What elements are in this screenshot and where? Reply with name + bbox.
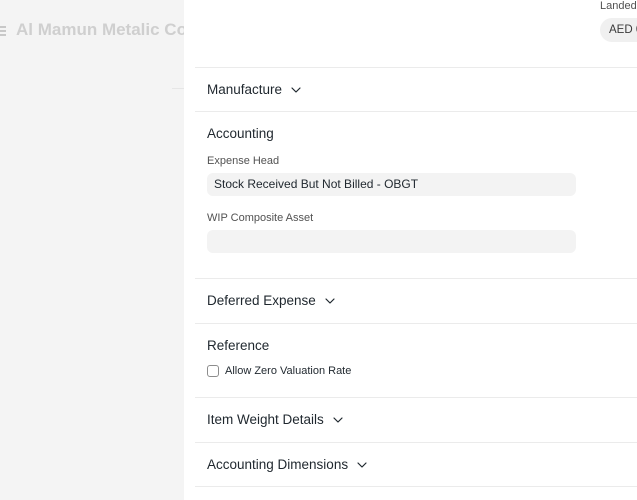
section-label: Accounting Dimensions <box>207 457 349 472</box>
section-item-weight-toggle[interactable]: Item Weight Details <box>207 412 343 427</box>
divider <box>195 442 637 443</box>
section-label: Manufacture <box>207 82 283 97</box>
menu-icon[interactable] <box>0 26 6 36</box>
divider <box>195 323 637 324</box>
divider <box>195 397 637 398</box>
wip-composite-asset-label: WIP Composite Asset <box>207 212 314 224</box>
chevron-down-icon <box>325 297 335 304</box>
section-manufacture-toggle[interactable]: Manufacture <box>207 82 301 97</box>
item-settings-drawer: Landed AED 0 Manufacture Accounting Expe… <box>184 0 637 500</box>
section-label: Deferred Expense <box>207 293 316 308</box>
section-accounting-title: Accounting <box>207 126 274 141</box>
section-label: Item Weight Details <box>207 412 324 427</box>
allow-zero-valuation-checkbox[interactable] <box>207 365 219 377</box>
company-title: Al Mamun Metalic Coa <box>16 20 197 39</box>
section-accounting-dimensions-toggle[interactable]: Accounting Dimensions <box>207 457 367 472</box>
chevron-down-icon <box>357 461 367 468</box>
allow-zero-valuation-label[interactable]: Allow Zero Valuation Rate <box>225 365 351 377</box>
chevron-down-icon <box>333 416 343 423</box>
background-divider <box>172 88 184 89</box>
wip-composite-asset-field[interactable] <box>207 230 576 253</box>
landed-cost-label: Landed <box>600 0 637 12</box>
expense-head-label: Expense Head <box>207 155 280 167</box>
allow-zero-valuation-row[interactable]: Allow Zero Valuation Rate <box>207 365 351 377</box>
landed-cost-value[interactable]: AED 0 <box>600 18 637 42</box>
divider <box>195 111 637 112</box>
expense-head-field[interactable]: Stock Received But Not Billed - OBGT <box>207 173 576 196</box>
chevron-down-icon <box>291 86 301 93</box>
section-deferred-expense-toggle[interactable]: Deferred Expense <box>207 293 335 308</box>
divider <box>195 278 637 279</box>
section-reference-title: Reference <box>207 338 270 353</box>
divider <box>195 67 637 68</box>
divider <box>195 486 637 487</box>
